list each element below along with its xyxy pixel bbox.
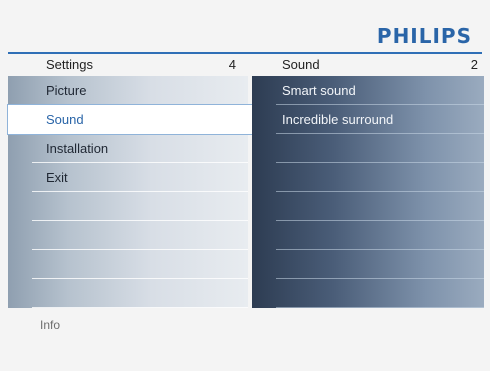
menu-item-picture[interactable]: Picture (8, 76, 248, 105)
menu-item-empty (8, 250, 248, 279)
submenu-item-empty (252, 163, 484, 192)
submenu-item-incredible-surround[interactable]: Incredible surround (252, 105, 484, 134)
menu-item-empty (8, 192, 248, 221)
menu-item-label: Exit (46, 170, 68, 185)
submenu-item-empty (252, 192, 484, 221)
submenu-item-empty (252, 250, 484, 279)
submenu-item-empty (252, 134, 484, 163)
submenu-item-smart-sound[interactable]: Smart sound (252, 76, 484, 105)
settings-header: Settings 4 (8, 55, 248, 74)
menu-item-installation[interactable]: Installation (8, 134, 248, 163)
menu-item-label: Installation (46, 141, 109, 156)
menu-item-label: Picture (46, 83, 87, 98)
settings-menu-pane: Picture Sound Installation Exit (7, 76, 255, 308)
menu-item-exit[interactable]: Exit (8, 163, 248, 192)
submenu-item-label: Incredible surround (282, 112, 394, 127)
settings-count: 4 (228, 57, 236, 72)
submenu-item-label: Smart sound (282, 83, 356, 98)
menu-item-label: Sound (46, 112, 84, 127)
sound-submenu-pane: Smart sound Incredible surround (252, 76, 484, 308)
sound-count: 2 (470, 57, 478, 72)
submenu-item-empty (252, 221, 484, 250)
menu-item-sound[interactable]: Sound (7, 104, 255, 135)
philips-logo: PHILIPS (376, 24, 472, 48)
header-divider (8, 52, 482, 54)
menu-item-empty (8, 221, 248, 250)
sound-title: Sound (282, 57, 320, 72)
tv-menu-screen: PHILIPS Settings 4 Sound 2 Picture Sound… (0, 0, 490, 371)
submenu-item-empty (252, 279, 484, 308)
sound-header: Sound 2 (252, 55, 484, 74)
info-label: Info (40, 318, 61, 332)
menu-item-empty (8, 279, 248, 308)
settings-title: Settings (46, 57, 93, 72)
